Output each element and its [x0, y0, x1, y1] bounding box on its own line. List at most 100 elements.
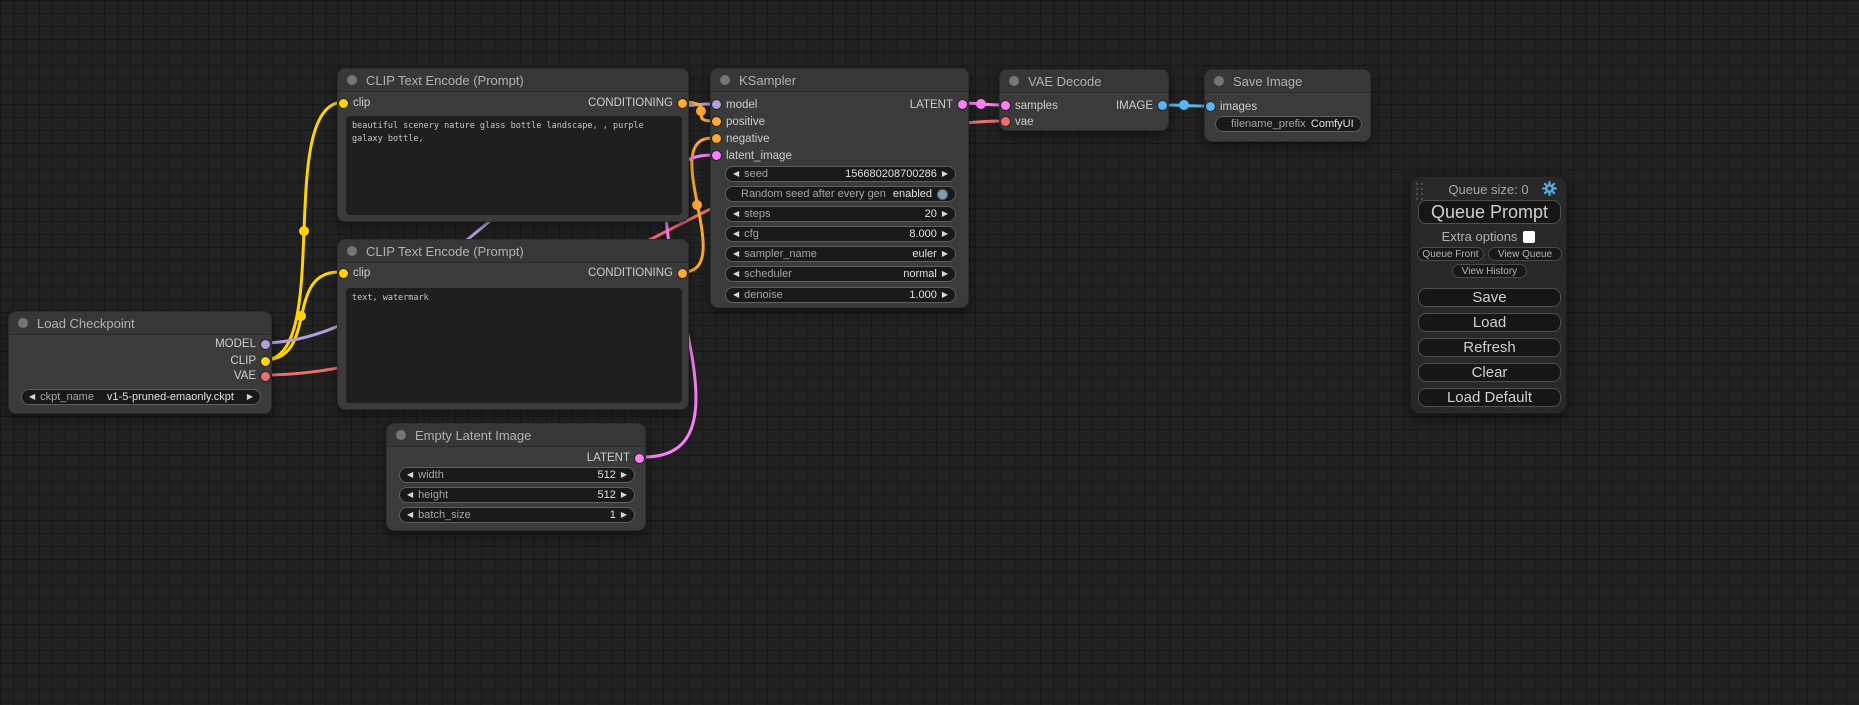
link-midpoint-dot [696, 106, 706, 116]
output-slot-conditioning[interactable] [678, 269, 687, 278]
node-title-bar[interactable]: CLIP Text Encode (Prompt) [338, 240, 688, 263]
next-arrow-icon[interactable]: ▶ [621, 471, 627, 479]
prev-arrow-icon[interactable]: ◀ [733, 230, 739, 238]
widget-value: 1.000 [788, 289, 937, 301]
filename-prefix-widget[interactable]: filename_prefix ComfyUI [1215, 116, 1362, 132]
widget-label: steps [744, 208, 770, 220]
link-midpoint-dot [299, 226, 309, 236]
widget-label: width [418, 469, 444, 481]
toggle-circle-icon[interactable] [937, 189, 948, 200]
clear-button[interactable]: Clear [1418, 363, 1561, 382]
input-slot-vae[interactable] [1001, 117, 1010, 126]
widget-value: 8.000 [764, 228, 937, 240]
widget-value: normal [797, 268, 937, 280]
input-slot-samples[interactable] [1001, 101, 1010, 110]
output-slot-clip[interactable] [261, 357, 270, 366]
prev-arrow-icon[interactable]: ◀ [29, 393, 35, 401]
prev-arrow-icon[interactable]: ◀ [407, 471, 413, 479]
node-save-image[interactable]: Save Image images filename_prefix ComfyU… [1204, 69, 1371, 142]
next-arrow-icon[interactable]: ▶ [942, 270, 948, 278]
prev-arrow-icon[interactable]: ◀ [733, 250, 739, 258]
input-slot-images[interactable] [1206, 102, 1215, 111]
settings-gear-icon[interactable] [1541, 180, 1558, 197]
cfg-widget[interactable]: ◀ cfg 8.000 ▶ [725, 226, 956, 242]
width-widget[interactable]: ◀ width 512 ▶ [399, 467, 635, 483]
node-ksampler[interactable]: KSampler model LATENT positive negative … [710, 68, 969, 308]
collapse-dot-icon[interactable] [347, 75, 357, 85]
node-empty-latent-image[interactable]: Empty Latent Image LATENT ◀ width 512 ▶ … [386, 423, 646, 531]
output-slot-latent[interactable] [958, 100, 967, 109]
prev-arrow-icon[interactable]: ◀ [733, 210, 739, 218]
node-clip-text-encode-positive[interactable]: CLIP Text Encode (Prompt) clip CONDITION… [337, 68, 689, 222]
view-queue-button[interactable]: View Queue [1488, 247, 1562, 261]
collapse-dot-icon[interactable] [396, 430, 406, 440]
next-arrow-icon[interactable]: ▶ [942, 210, 948, 218]
input-slot-model[interactable] [712, 100, 721, 109]
output-slot-latent[interactable] [635, 454, 644, 463]
view-history-button[interactable]: View History [1452, 264, 1527, 278]
input-slot-clip[interactable] [339, 269, 348, 278]
collapse-dot-icon[interactable] [1009, 76, 1019, 86]
random-seed-toggle-widget[interactable]: Random seed after every gen enabled [725, 186, 956, 202]
output-slot-conditioning[interactable] [678, 99, 687, 108]
prev-arrow-icon[interactable]: ◀ [407, 511, 413, 519]
widget-label: denoise [744, 289, 783, 301]
input-slot-clip[interactable] [339, 99, 348, 108]
next-arrow-icon[interactable]: ▶ [247, 393, 253, 401]
node-title-bar[interactable]: Load Checkpoint [9, 312, 271, 335]
extra-options-checkbox[interactable] [1523, 231, 1535, 243]
prev-arrow-icon[interactable]: ◀ [407, 491, 413, 499]
denoise-widget[interactable]: ◀ denoise 1.000 ▶ [725, 287, 956, 303]
output-slot-image[interactable] [1158, 101, 1167, 110]
input-slot-positive[interactable] [712, 117, 721, 126]
collapse-dot-icon[interactable] [18, 318, 28, 328]
input-slot-negative[interactable] [712, 134, 721, 143]
node-title-bar[interactable]: Empty Latent Image [387, 424, 645, 447]
node-title-bar[interactable]: CLIP Text Encode (Prompt) [338, 69, 688, 92]
output-label-latent: LATENT [910, 98, 953, 112]
node-title-bar[interactable]: KSampler [711, 69, 968, 92]
input-label-latent-image: latent_image [726, 149, 792, 163]
widget-label: ckpt_name [40, 391, 94, 403]
prev-arrow-icon[interactable]: ◀ [733, 170, 739, 178]
node-title-bar[interactable]: VAE Decode [1000, 70, 1168, 93]
sampler-name-widget[interactable]: ◀ sampler_name euler ▶ [725, 246, 956, 262]
node-title: Load Checkpoint [37, 316, 135, 331]
steps-widget[interactable]: ◀ steps 20 ▶ [725, 206, 956, 222]
output-slot-vae[interactable] [261, 372, 270, 381]
node-title-bar[interactable]: Save Image [1205, 70, 1370, 93]
next-arrow-icon[interactable]: ▶ [942, 291, 948, 299]
collapse-dot-icon[interactable] [347, 246, 357, 256]
seed-widget[interactable]: ◀ seed 156680208700286 ▶ [725, 166, 956, 182]
node-clip-text-encode-negative[interactable]: CLIP Text Encode (Prompt) clip CONDITION… [337, 239, 689, 410]
collapse-dot-icon[interactable] [720, 75, 730, 85]
collapse-dot-icon[interactable] [1214, 76, 1224, 86]
queue-front-button[interactable]: Queue Front [1417, 247, 1484, 261]
load-default-button[interactable]: Load Default [1418, 388, 1561, 407]
save-button[interactable]: Save [1418, 288, 1561, 307]
batch-size-widget[interactable]: ◀ batch_size 1 ▶ [399, 507, 635, 523]
refresh-button[interactable]: Refresh [1418, 338, 1561, 357]
link-midpoint-dot [1179, 100, 1189, 110]
node-load-checkpoint[interactable]: Load Checkpoint MODEL CLIP VAE ◀ ckpt_na… [8, 311, 272, 414]
next-arrow-icon[interactable]: ▶ [942, 250, 948, 258]
input-slot-latent-image[interactable] [712, 151, 721, 160]
negative-prompt-textarea[interactable]: text, watermark [346, 288, 682, 403]
scheduler-widget[interactable]: ◀ scheduler normal ▶ [725, 266, 956, 282]
ckpt-name-widget[interactable]: ◀ ckpt_name v1-5-pruned-emaonly.ckpt ▶ [21, 389, 261, 405]
input-label-negative: negative [726, 132, 769, 146]
height-widget[interactable]: ◀ height 512 ▶ [399, 487, 635, 503]
node-title: VAE Decode [1028, 74, 1101, 89]
load-button[interactable]: Load [1418, 313, 1561, 332]
next-arrow-icon[interactable]: ▶ [621, 511, 627, 519]
next-arrow-icon[interactable]: ▶ [621, 491, 627, 499]
output-slot-model[interactable] [261, 340, 270, 349]
next-arrow-icon[interactable]: ▶ [942, 230, 948, 238]
next-arrow-icon[interactable]: ▶ [942, 170, 948, 178]
positive-prompt-textarea[interactable]: beautiful scenery nature glass bottle la… [346, 116, 682, 215]
prev-arrow-icon[interactable]: ◀ [733, 291, 739, 299]
output-label-conditioning: CONDITIONING [588, 266, 673, 280]
queue-prompt-button[interactable]: Queue Prompt [1418, 200, 1561, 224]
prev-arrow-icon[interactable]: ◀ [733, 270, 739, 278]
node-vae-decode[interactable]: VAE Decode samples IMAGE vae [999, 69, 1169, 131]
